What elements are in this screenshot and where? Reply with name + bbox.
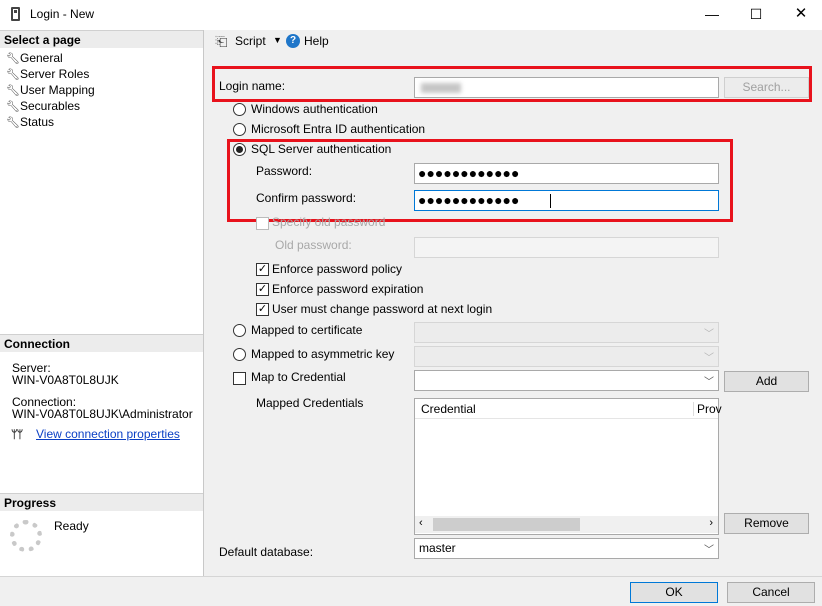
scroll-right-icon[interactable]: › <box>709 517 713 529</box>
confirm-password-label: Confirm password: <box>256 191 357 205</box>
mapped-asym-key-label: Mapped to asymmetric key <box>251 347 395 361</box>
chevron-down-icon[interactable]: ▼ <box>273 35 282 45</box>
page-item-securables[interactable]: 🔧︎Securables <box>6 98 80 114</box>
certificate-select[interactable]: ﹀ <box>414 322 719 343</box>
scrollbar-thumb[interactable] <box>433 518 580 531</box>
text-caret <box>550 194 551 208</box>
chevron-down-icon: ﹀ <box>704 377 714 388</box>
connection-header: Connection <box>0 334 203 352</box>
password-label: Password: <box>256 164 313 178</box>
select-page-header: Select a page <box>0 30 203 48</box>
specify-old-password-label: Specify old password <box>272 215 386 229</box>
password-mask: ●●●●●●●●●●●● <box>418 165 520 181</box>
old-password-input[interactable] <box>414 237 719 258</box>
horizontal-scrollbar[interactable]: ‹ › <box>415 516 718 533</box>
chevron-down-icon: ﹀ <box>704 353 714 364</box>
enforce-policy-checkbox[interactable]: ✓ <box>256 263 269 276</box>
default-database-select[interactable]: master ﹀ <box>414 538 719 559</box>
page-item-general[interactable]: 🔧︎General <box>6 50 63 66</box>
provider-column-header[interactable]: Prov <box>693 402 722 416</box>
default-database-label: Default database: <box>219 545 314 559</box>
windows-auth-label: Windows authentication <box>251 102 378 116</box>
connection-value: WIN-V0A8T0L8UJK\Administrator <box>12 407 193 421</box>
left-panel: Select a page 🔧︎General 🔧︎Server Roles 🔧… <box>0 30 204 576</box>
login-name-label: Login name: <box>219 79 286 93</box>
remove-button[interactable]: Remove <box>724 513 809 534</box>
close-icon[interactable]: ✕ <box>791 4 811 24</box>
sql-auth-label: SQL Server authentication <box>251 142 392 156</box>
script-icon[interactable]: ⎗ <box>217 34 227 50</box>
sql-auth-radio[interactable] <box>233 143 246 156</box>
windows-auth-radio[interactable] <box>233 103 246 116</box>
enforce-expiration-label: Enforce password expiration <box>272 282 424 296</box>
page-item-label: User Mapping <box>20 83 95 97</box>
map-credential-label: Map to Credential <box>251 370 346 384</box>
enforce-expiration-checkbox[interactable]: ✓ <box>256 283 269 296</box>
progress-header: Progress <box>0 493 203 511</box>
page-item-user-mapping[interactable]: 🔧︎User Mapping <box>6 82 95 98</box>
minimize-icon[interactable]: — <box>702 4 722 24</box>
mapped-certificate-radio[interactable] <box>233 324 246 337</box>
must-change-label: User must change password at next login <box>272 302 493 316</box>
wrench-icon: 🔧︎ <box>6 69 20 81</box>
app-icon <box>11 7 20 21</box>
page-item-label: Server Roles <box>20 67 90 81</box>
map-credential-checkbox[interactable] <box>233 372 246 385</box>
wrench-icon: 🔧︎ <box>6 101 20 113</box>
confirm-password-mask: ●●●●●●●●●●●● <box>418 192 520 208</box>
view-connection-properties-link[interactable]: View connection properties <box>36 427 180 441</box>
wrench-icon: 🔧︎ <box>6 117 20 129</box>
credential-select[interactable]: ﹀ <box>414 370 719 391</box>
ok-button[interactable]: OK <box>630 582 718 603</box>
default-database-value: master <box>419 541 456 555</box>
credentials-table-header: Credential Prov <box>415 399 722 419</box>
scroll-left-icon[interactable]: ‹ <box>419 517 423 529</box>
specify-old-password-checkbox[interactable] <box>256 217 269 230</box>
window-title: Login - New <box>30 7 95 21</box>
must-change-checkbox[interactable]: ✓ <box>256 303 269 316</box>
server-value: WIN-V0A8T0L8UJK <box>12 373 119 387</box>
mapped-credentials-list[interactable]: Credential Prov ‹ › <box>414 398 722 535</box>
search-button[interactable]: Search... <box>724 77 809 98</box>
old-password-label: Old password: <box>275 238 352 252</box>
mapped-credentials-label: Mapped Credentials <box>256 396 364 410</box>
page-item-label: Status <box>20 115 55 129</box>
chevron-down-icon: ﹀ <box>704 329 714 340</box>
confirm-password-input[interactable]: ●●●●●●●●●●●● <box>414 190 719 211</box>
asym-key-select[interactable]: ﹀ <box>414 346 719 367</box>
password-input[interactable]: ●●●●●●●●●●●● <box>414 163 719 184</box>
enforce-policy-label: Enforce password policy <box>272 262 403 276</box>
page-item-label: General <box>20 51 63 65</box>
progress-spinner-icon <box>10 520 42 552</box>
add-button[interactable]: Add <box>724 371 809 392</box>
login-name-input[interactable] <box>414 77 719 98</box>
page-item-label: Securables <box>20 99 81 113</box>
maximize-icon[interactable]: ☐ <box>746 4 766 24</box>
mapped-asym-key-radio[interactable] <box>233 348 246 361</box>
mapped-certificate-label: Mapped to certificate <box>251 323 363 337</box>
entra-auth-label: Microsoft Entra ID authentication <box>251 122 426 136</box>
entra-auth-radio[interactable] <box>233 123 246 136</box>
wrench-icon: 🔧︎ <box>6 53 20 65</box>
script-button[interactable]: Script <box>235 34 266 48</box>
chevron-down-icon: ﹀ <box>704 545 714 556</box>
page-item-status[interactable]: 🔧︎Status <box>6 114 54 130</box>
help-button[interactable]: Help <box>304 34 329 48</box>
toolbar: ⋮ ⎗ Script ▼ ? Help <box>205 30 822 53</box>
credential-column-header[interactable]: Credential <box>421 402 476 416</box>
cancel-button[interactable]: Cancel <box>727 582 815 603</box>
wrench-icon: 🔧︎ <box>6 85 20 97</box>
title-bar: Login - New — ☐ ✕ <box>0 0 822 30</box>
help-icon[interactable]: ? <box>286 34 300 48</box>
page-item-server-roles[interactable]: 🔧︎Server Roles <box>6 66 89 82</box>
login-name-value-redacted <box>421 83 461 93</box>
progress-status: Ready <box>54 519 89 533</box>
connection-properties-icon: ᛘᛘ <box>11 429 23 441</box>
